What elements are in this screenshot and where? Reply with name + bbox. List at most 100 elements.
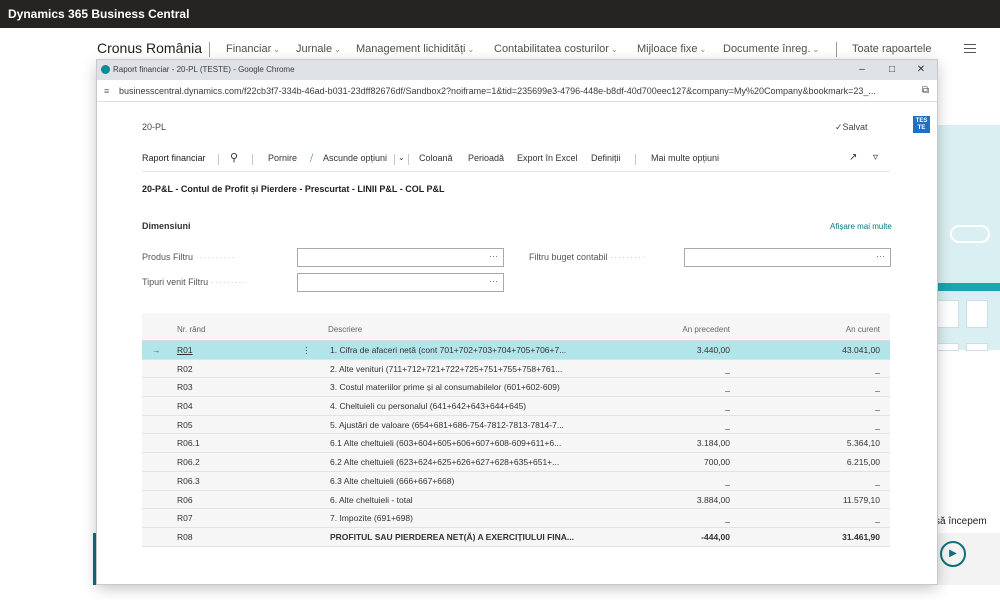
background-start-text: să începem: [935, 516, 987, 527]
action-divider: [394, 154, 395, 165]
open-in-window-icon[interactable]: ⧉: [922, 80, 929, 101]
cell-an-curent[interactable]: 43.041,00: [842, 345, 880, 355]
lookup-icon[interactable]: ···: [876, 251, 885, 261]
nav-item-toate-rapoartele[interactable]: Toate rapoartele: [852, 43, 932, 55]
cell-descriere: 2. Alte venituri (711+712+721+722+725+75…: [330, 363, 563, 374]
search-icon[interactable]: ⚲: [230, 151, 238, 164]
nav-item-mijloace-fixe[interactable]: Mijloace fixe ⌄: [637, 43, 706, 55]
share-icon[interactable]: ↗: [849, 152, 857, 163]
filter-off-icon: ⧸: [310, 153, 314, 163]
cell-an-precedent[interactable]: -444,00: [701, 532, 730, 542]
minimize-icon[interactable]: –: [852, 60, 872, 80]
action-definitii[interactable]: Definiții: [591, 153, 621, 163]
action-divider: [252, 154, 253, 165]
cell-descriere: 5. Ajustări de valoare (654+681+686-754-…: [330, 419, 564, 430]
produs-filtru-input[interactable]: ···: [297, 248, 504, 267]
cell-an-precedent[interactable]: _: [725, 420, 730, 430]
report-page: 20-PL ✓Salvat TES TE Raport financiar ⚲ …: [97, 102, 937, 584]
table-row[interactable]: R04 4. Cheltuieli cu personalul (641+642+…: [142, 397, 890, 416]
background-strip: [935, 283, 1000, 291]
column-header-an-curent[interactable]: An curent: [846, 325, 880, 334]
cell-an-precedent[interactable]: 3.184,00: [697, 438, 730, 448]
record-id: 20-PL: [142, 122, 167, 132]
tile-icon: [966, 343, 988, 351]
action-divider: [408, 154, 409, 165]
action-coloana[interactable]: Coloană: [419, 153, 453, 163]
close-icon[interactable]: ✕: [911, 60, 931, 80]
cell-nr-rand: R03: [177, 382, 193, 393]
lookup-icon[interactable]: ···: [489, 251, 498, 261]
nav-item-documente-inreg[interactable]: Documente înreg. ⌄: [723, 43, 819, 55]
nav-item-management-lichiditati[interactable]: Management lichidități ⌄: [356, 43, 474, 55]
browser-title-bar: Raport financiar - 20-PL (TESTE) - Googl…: [97, 60, 937, 80]
column-header-an-precedent[interactable]: An precedent: [682, 325, 730, 334]
nav-item-financiar[interactable]: Financiar ⌄: [226, 43, 280, 55]
row-actions-icon[interactable]: ⋮: [302, 345, 311, 356]
cell-an-precedent[interactable]: _: [725, 513, 730, 523]
cell-an-curent[interactable]: _: [875, 364, 880, 374]
site-settings-icon[interactable]: ≡: [104, 80, 109, 101]
cell-an-precedent[interactable]: _: [725, 382, 730, 392]
cell-nr-rand[interactable]: R01: [177, 345, 193, 355]
table-row[interactable]: R06.1 6.1 Alte cheltuieli (603+604+605+60…: [142, 434, 890, 454]
table-row[interactable]: R08 PROFITUL SAU PIERDEREA NET(Ă) A EXERC…: [142, 528, 890, 547]
browser-url[interactable]: businesscentral.dynamics.com/f22cb3f7-33…: [119, 86, 876, 96]
produs-filtru-label: Produs Filtru ··········: [142, 252, 236, 262]
cell-nr-rand: R02: [177, 363, 193, 374]
cell-nr-rand: R06: [177, 494, 193, 505]
cell-an-curent[interactable]: _: [875, 476, 880, 486]
cell-an-curent[interactable]: 6.215,00: [847, 457, 880, 467]
play-icon[interactable]: ▶: [940, 541, 966, 567]
cell-an-curent[interactable]: _: [875, 420, 880, 430]
cell-nr-rand: R07: [177, 513, 193, 524]
action-ascunde-optiuni[interactable]: Ascunde opțiuni: [323, 153, 387, 163]
cell-an-precedent[interactable]: _: [725, 364, 730, 374]
cell-an-precedent[interactable]: 3.884,00: [697, 495, 730, 505]
hamburger-menu-icon[interactable]: [964, 44, 976, 56]
action-mai-multe-optiuni[interactable]: Mai multe opțiuni: [651, 153, 719, 163]
cell-an-curent[interactable]: _: [875, 401, 880, 411]
cell-descriere: 3. Costul materiilor prime și al consuma…: [330, 382, 560, 393]
nav-item-contabilitatea-costurilor[interactable]: Contabilitatea costurilor ⌄: [494, 43, 618, 55]
cell-an-curent[interactable]: 11.579,10: [843, 495, 880, 505]
action-perioada[interactable]: Perioadă: [468, 153, 504, 163]
table-row[interactable]: R02 2. Alte venituri (711+712+721+722+725…: [142, 360, 890, 379]
table-row[interactable]: → R01 ⋮ 1. Cifra de afaceri netă (cont 701+…: [142, 341, 890, 360]
column-header-nr-rand[interactable]: Nr. rând: [177, 325, 205, 334]
cell-an-curent[interactable]: 31.461,90: [842, 532, 880, 542]
action-export-excel[interactable]: Export în Excel: [517, 153, 578, 163]
cell-an-precedent[interactable]: 700,00: [704, 457, 730, 467]
cell-an-curent[interactable]: _: [875, 513, 880, 523]
company-name[interactable]: Cronus România: [97, 40, 202, 56]
filtru-buget-contabil-input[interactable]: ···: [684, 248, 891, 267]
dimensions-title: Dimensiuni: [142, 221, 191, 231]
table-row[interactable]: R06.2 6.2 Alte cheltuieli (623+624+625+62…: [142, 453, 890, 472]
nav-item-jurnale[interactable]: Jurnale ⌄: [296, 43, 341, 55]
lookup-icon[interactable]: ···: [489, 276, 498, 286]
table-row[interactable]: R07 7. Impozite (691+698) _ _: [142, 509, 890, 528]
tipuri-venit-filtru-input[interactable]: ···: [297, 273, 504, 292]
chevron-down-icon[interactable]: ⌄: [398, 153, 405, 162]
browser-url-bar[interactable]: ≡ businesscentral.dynamics.com/f22cb3f7-…: [97, 80, 937, 102]
cell-an-precedent[interactable]: _: [725, 476, 730, 486]
cloud-icon: [950, 225, 990, 243]
filter-icon[interactable]: ▿: [873, 152, 878, 163]
column-header-descriere[interactable]: Descriere: [328, 325, 362, 334]
cell-nr-rand: R06.3: [177, 475, 200, 486]
business-central-logo-icon: [101, 65, 110, 74]
table-row[interactable]: R03 3. Costul materiilor prime și al cons…: [142, 378, 890, 398]
cell-an-curent[interactable]: _: [875, 382, 880, 392]
table-row[interactable]: R05 5. Ajustări de valoare (654+681+686-7…: [142, 416, 890, 435]
table-row[interactable]: R06.3 6.3 Alte cheltuieli (666+667+668) _ _: [142, 472, 890, 491]
cell-an-precedent[interactable]: 3.440,00: [697, 345, 730, 355]
table-row[interactable]: R06 6. Alte cheltuieli - total 3.884,00 11.…: [142, 491, 890, 510]
cell-descriere: 4. Cheltuieli cu personalul (641+642+643…: [330, 401, 527, 412]
action-raport-financiar[interactable]: Raport financiar: [142, 153, 206, 163]
tile-icon: [966, 300, 988, 328]
cell-an-curent[interactable]: 5.364,10: [847, 438, 880, 448]
browser-window-title: Raport financiar - 20-PL (TESTE) - Googl…: [113, 65, 295, 74]
maximize-icon[interactable]: □: [882, 60, 902, 80]
action-pornire[interactable]: Pornire: [268, 153, 297, 163]
show-more-link[interactable]: Afișare mai multe: [830, 222, 892, 231]
cell-an-precedent[interactable]: _: [725, 401, 730, 411]
